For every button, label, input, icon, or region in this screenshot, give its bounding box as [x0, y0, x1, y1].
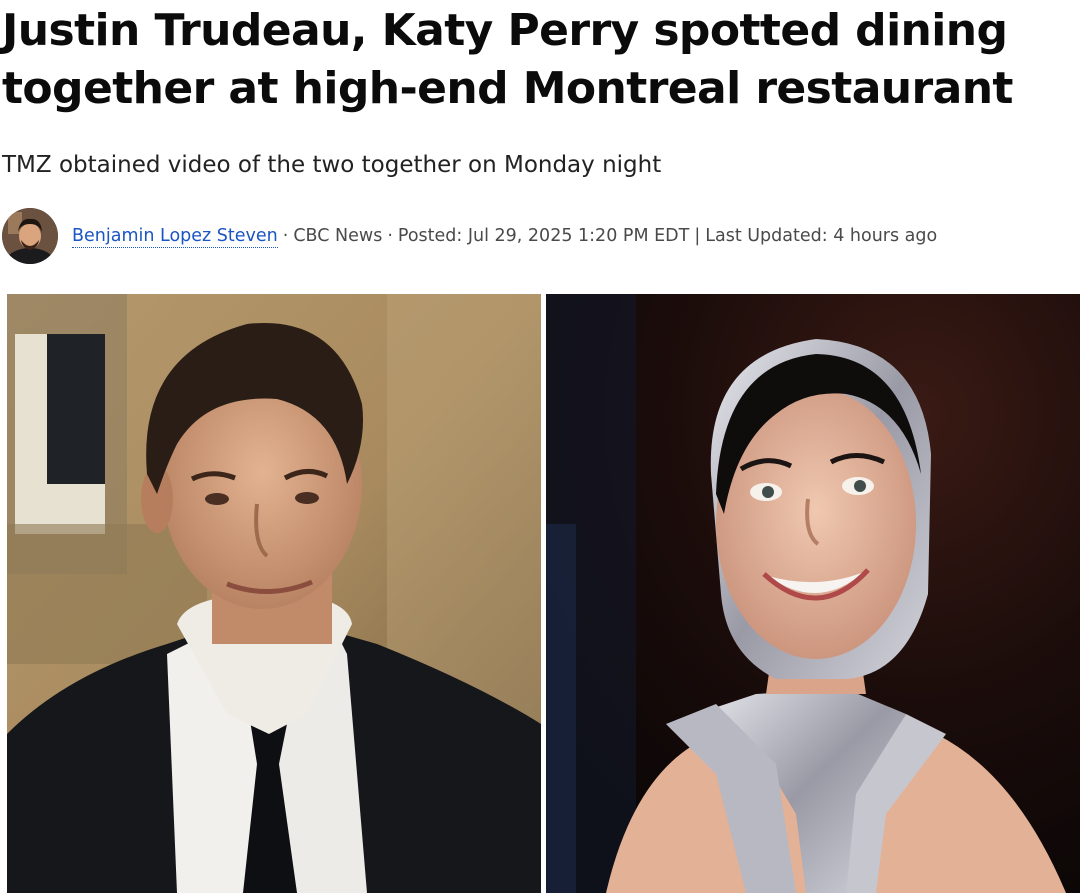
portrait-woman-image: [546, 294, 1080, 893]
photo-right: [546, 294, 1080, 893]
article-byline: Benjamin Lopez Steven · CBC News · Poste…: [2, 206, 937, 266]
portrait-man-image: [7, 294, 541, 893]
byline-separator: ·: [282, 226, 289, 246]
article-headline: Justin Trudeau, Katy Perry spotted dinin…: [2, 5, 1013, 114]
article-lead-image[interactable]: [0, 292, 1080, 893]
byline-separator: ·: [387, 226, 393, 246]
byline-posted: Posted: Jul 29, 2025 1:20 PM EDT: [397, 226, 690, 246]
author-avatar[interactable]: [2, 208, 58, 264]
byline-divider: |: [694, 226, 701, 246]
article-deck: TMZ obtained video of the two together o…: [2, 152, 662, 178]
photo-left: [7, 294, 541, 893]
byline-updated: Last Updated: 4 hours ago: [705, 226, 938, 246]
byline-outlet: CBC News: [293, 226, 383, 246]
author-link[interactable]: Benjamin Lopez Steven: [72, 225, 278, 248]
